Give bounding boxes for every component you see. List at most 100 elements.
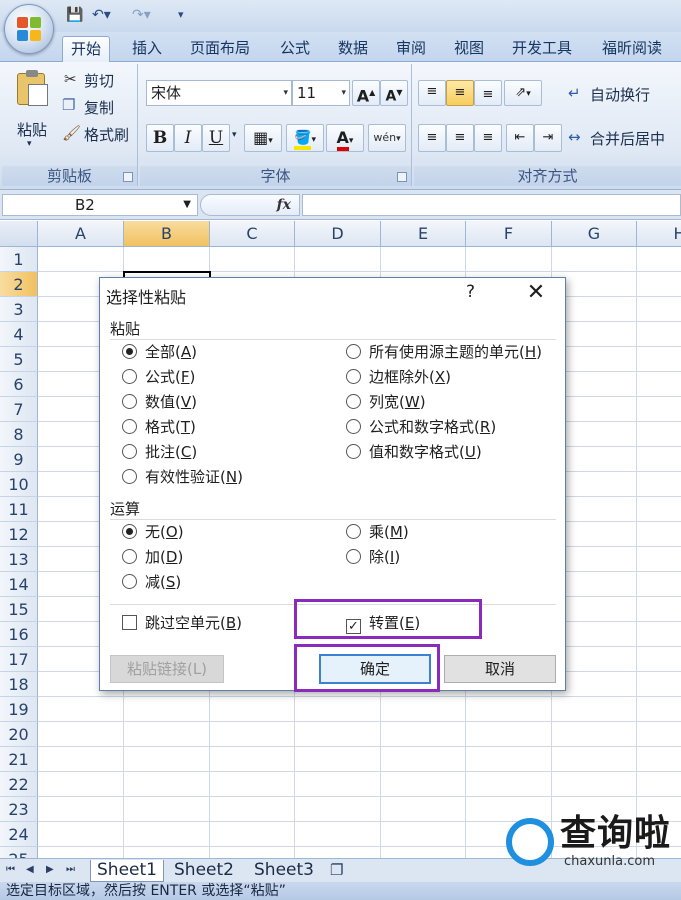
row-header-11[interactable]: 11 — [0, 497, 38, 522]
radio-option[interactable]: 数值(V) — [122, 391, 197, 413]
row-header-16[interactable]: 16 — [0, 622, 38, 647]
decrease-indent-button[interactable]: ⇤ — [506, 124, 534, 152]
tab-formulas[interactable]: 公式 — [272, 36, 318, 62]
row-header-14[interactable]: 14 — [0, 572, 38, 597]
skip-blanks-checkbox[interactable]: 跳过空单元(B) — [122, 612, 242, 634]
tab-view[interactable]: 视图 — [446, 36, 492, 62]
radio-button[interactable] — [346, 524, 361, 539]
radio-button[interactable] — [122, 524, 137, 539]
insert-sheet-icon[interactable]: ❐ — [330, 861, 343, 879]
row-header-8[interactable]: 8 — [0, 422, 38, 447]
column-header-d[interactable]: D — [295, 221, 381, 247]
row-header-6[interactable]: 6 — [0, 372, 38, 397]
sheet-tab[interactable]: Sheet3 — [248, 860, 320, 882]
radio-button[interactable] — [122, 549, 137, 564]
row-header-2[interactable]: 2 — [0, 272, 38, 297]
row-header-1[interactable]: 1 — [0, 247, 38, 272]
radio-option[interactable]: 除(I) — [346, 546, 400, 568]
row-header-3[interactable]: 3 — [0, 297, 38, 322]
row-header-20[interactable]: 20 — [0, 722, 38, 747]
radio-option[interactable]: 无(O) — [122, 521, 184, 543]
row-header-24[interactable]: 24 — [0, 822, 38, 847]
row-header-15[interactable]: 15 — [0, 597, 38, 622]
row-header-21[interactable]: 21 — [0, 747, 38, 772]
sheet-tab[interactable]: Sheet1 — [90, 860, 164, 882]
customize-qat-icon[interactable]: ▾ — [178, 5, 184, 25]
increase-indent-button[interactable]: ⇥ — [534, 124, 562, 152]
radio-button[interactable] — [346, 344, 361, 359]
align-top-button[interactable]: ≡ — [418, 80, 446, 106]
radio-option[interactable]: 值和数字格式(U) — [346, 441, 482, 463]
row-header-4[interactable]: 4 — [0, 322, 38, 347]
font-color-button[interactable]: A▾ — [326, 124, 364, 152]
radio-button[interactable] — [346, 549, 361, 564]
tab-review[interactable]: 审阅 — [388, 36, 434, 62]
font-family-combo[interactable]: 宋体 ▾ — [146, 80, 292, 106]
column-header-b[interactable]: B — [124, 221, 210, 247]
tab-foxit-reader[interactable]: 福昕阅读器 — [594, 36, 681, 81]
row-header-13[interactable]: 13 — [0, 547, 38, 572]
tab-home[interactable]: 开始 — [62, 36, 111, 63]
radio-button[interactable] — [122, 574, 137, 589]
row-header-23[interactable]: 23 — [0, 797, 38, 822]
clipboard-launcher-icon[interactable] — [123, 172, 133, 182]
radio-option[interactable]: 全部(A) — [122, 341, 197, 363]
merge-center-button[interactable]: 合并后居中 — [590, 128, 665, 149]
insert-function-icon[interactable]: fx — [277, 195, 291, 215]
tab-developer[interactable]: 开发工具 — [504, 36, 580, 62]
next-sheet-icon[interactable]: ▶ — [46, 864, 54, 875]
align-bottom-button[interactable]: ≡ — [474, 80, 502, 106]
help-icon[interactable]: ? — [466, 282, 475, 302]
row-header-19[interactable]: 19 — [0, 697, 38, 722]
radio-option[interactable]: 边框除外(X) — [346, 366, 451, 388]
shrink-font-button[interactable]: A▼ — [380, 80, 408, 106]
format-painter-button[interactable]: 格式刷 — [84, 124, 129, 145]
save-icon[interactable]: 💾 — [66, 5, 83, 25]
radio-button[interactable] — [346, 394, 361, 409]
select-all-corner[interactable] — [0, 221, 38, 247]
row-header-25[interactable]: 25 — [0, 847, 38, 858]
underline-button[interactable]: U — [202, 124, 230, 152]
align-right-button[interactable]: ≡ — [474, 124, 502, 152]
cancel-button[interactable]: 取消 — [444, 655, 556, 683]
radio-option[interactable]: 格式(T) — [122, 416, 196, 438]
font-size-combo[interactable]: 11 ▾ — [292, 80, 350, 106]
radio-button[interactable] — [346, 369, 361, 384]
radio-button[interactable] — [122, 344, 137, 359]
radio-option[interactable]: 公式(F) — [122, 366, 195, 388]
fill-color-button[interactable]: 🪣▾ — [286, 124, 324, 152]
radio-option[interactable]: 减(S) — [122, 571, 181, 593]
close-icon[interactable]: ✕ — [520, 278, 552, 308]
paste-dropdown-icon[interactable]: ▾ — [27, 139, 32, 149]
italic-button[interactable]: I — [174, 124, 202, 152]
radio-button[interactable] — [122, 369, 137, 384]
formula-input[interactable] — [302, 194, 681, 216]
column-header-f[interactable]: F — [466, 221, 552, 247]
radio-option[interactable]: 乘(M) — [346, 521, 409, 543]
paste-button[interactable]: 粘贴 ▾ — [8, 68, 54, 156]
radio-button[interactable] — [122, 419, 137, 434]
radio-option[interactable]: 列宽(W) — [346, 391, 426, 413]
row-header-17[interactable]: 17 — [0, 647, 38, 672]
last-sheet-icon[interactable]: ⏭ — [66, 864, 75, 875]
column-header-g[interactable]: G — [552, 221, 637, 247]
row-header-9[interactable]: 9 — [0, 447, 38, 472]
row-header-5[interactable]: 5 — [0, 347, 38, 372]
cut-button[interactable]: 剪切 — [84, 70, 114, 91]
tab-page-layout[interactable]: 页面布局 — [182, 36, 258, 62]
column-header-a[interactable]: A — [38, 221, 124, 247]
font-launcher-icon[interactable] — [397, 172, 407, 182]
underline-dropdown-icon[interactable]: ▾ — [232, 130, 237, 140]
column-header-c[interactable]: C — [210, 221, 295, 247]
name-box[interactable]: B2 ▼ — [2, 194, 198, 216]
row-header-10[interactable]: 10 — [0, 472, 38, 497]
grow-font-button[interactable]: A▲ — [352, 80, 380, 106]
align-middle-button[interactable]: ≡ — [446, 80, 474, 106]
align-left-button[interactable]: ≡ — [418, 124, 446, 152]
first-sheet-icon[interactable]: ⏮ — [6, 864, 15, 875]
borders-button[interactable]: ▦▾ — [244, 124, 282, 152]
align-center-button[interactable]: ≡ — [446, 124, 474, 152]
radio-option[interactable]: 加(D) — [122, 546, 183, 568]
row-header-18[interactable]: 18 — [0, 672, 38, 697]
radio-option[interactable]: 所有使用源主题的单元(H) — [346, 341, 542, 363]
